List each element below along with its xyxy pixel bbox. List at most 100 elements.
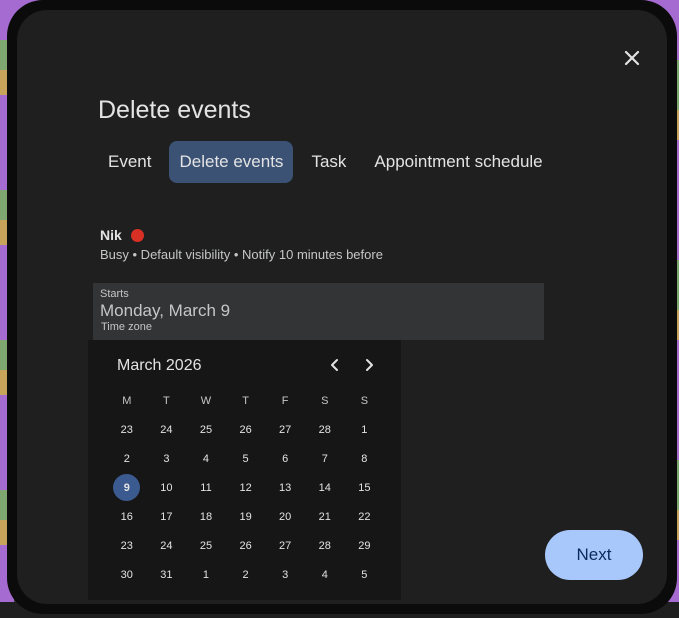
owner-details: Busy • Default visibility • Notify 10 mi… <box>100 247 383 262</box>
date-picker-day[interactable]: 26 <box>226 415 266 444</box>
start-date-field[interactable]: Starts Monday, March 9 Time zone <box>93 283 544 340</box>
close-icon <box>624 50 640 66</box>
day-number: 21 <box>318 510 331 523</box>
tab-delete-events[interactable]: Delete events <box>169 141 294 183</box>
date-picker-day[interactable]: 6 <box>265 444 305 473</box>
date-picker-day[interactable]: 17 <box>147 502 187 531</box>
date-picker-day[interactable]: 23 <box>107 415 147 444</box>
dialog-title: Delete events <box>98 96 251 124</box>
weekday-header: F <box>281 394 289 407</box>
start-date-value: Monday, March 9 <box>100 301 231 320</box>
date-picker-day[interactable]: 24 <box>147 415 187 444</box>
date-picker-day[interactable]: 3 <box>147 444 187 473</box>
date-picker-day[interactable]: 11 <box>186 473 226 502</box>
date-picker-day[interactable]: 20 <box>265 502 305 531</box>
day-number: 23 <box>120 423 133 436</box>
chevron-left-icon <box>331 359 338 371</box>
date-picker-day[interactable]: 1 <box>186 560 226 589</box>
day-number: 3 <box>163 452 170 465</box>
delete-events-dialog: Delete events Event Delete events Task A… <box>17 10 667 604</box>
day-number: 25 <box>199 423 213 436</box>
previous-month-button[interactable] <box>323 353 347 377</box>
date-picker-day[interactable]: 28 <box>305 531 345 560</box>
date-picker-day[interactable]: 27 <box>265 531 305 560</box>
owner-name: Nik <box>100 227 122 243</box>
day-number: 30 <box>120 568 133 581</box>
date-picker-day[interactable]: 24 <box>147 531 187 560</box>
next-button[interactable]: Next <box>545 530 643 580</box>
day-number: 7 <box>321 452 328 465</box>
day-number: 26 <box>239 423 252 436</box>
tab-task[interactable]: Task <box>301 141 356 183</box>
tab-event[interactable]: Event <box>98 141 161 183</box>
date-picker-day[interactable]: 15 <box>345 473 385 502</box>
weekday-header: S <box>321 394 329 407</box>
day-number: 23 <box>120 539 133 552</box>
date-picker-day[interactable]: 3 <box>265 560 305 589</box>
day-number: 18 <box>199 510 213 523</box>
time-zone-link[interactable]: Time zone <box>101 321 152 333</box>
date-picker-day[interactable]: 5 <box>226 444 266 473</box>
date-picker-day[interactable]: 4 <box>305 560 345 589</box>
date-picker-day[interactable]: 10 <box>147 473 187 502</box>
tab-bar: Event Delete events Task Appointment sch… <box>98 141 561 183</box>
date-picker-day[interactable]: 8 <box>345 444 385 473</box>
date-picker-day[interactable]: 26 <box>226 531 266 560</box>
date-picker-day[interactable]: 31 <box>147 560 187 589</box>
date-picker-day[interactable]: 23 <box>107 531 147 560</box>
date-picker-day[interactable]: 4 <box>186 444 226 473</box>
day-number: 8 <box>361 452 368 465</box>
day-number: 9 <box>113 474 141 501</box>
day-number: 5 <box>242 452 249 465</box>
day-number: 4 <box>202 452 210 465</box>
date-picker-day[interactable]: 28 <box>305 415 345 444</box>
date-picker-day-selected[interactable]: 9 <box>107 473 147 502</box>
day-number: 3 <box>282 568 289 581</box>
day-number: 14 <box>318 481 331 494</box>
tab-appointment-schedule[interactable]: Appointment schedule <box>364 141 552 183</box>
weekday-header: T <box>242 394 249 407</box>
day-number: 31 <box>160 568 173 581</box>
close-button[interactable] <box>620 46 644 70</box>
calendar-color-dot <box>130 228 144 242</box>
date-picker-day[interactable]: 7 <box>305 444 345 473</box>
date-picker-day[interactable]: 1 <box>345 415 385 444</box>
calendar-owner[interactable]: Nik <box>100 227 144 243</box>
date-picker-day[interactable]: 29 <box>345 531 385 560</box>
next-month-button[interactable] <box>357 353 381 377</box>
weekday-header: M <box>122 394 132 407</box>
date-picker-day[interactable]: 5 <box>345 560 385 589</box>
date-picker-day[interactable]: 22 <box>345 502 385 531</box>
day-number: 24 <box>160 423 173 436</box>
date-picker-day[interactable]: 30 <box>107 560 147 589</box>
date-picker-day[interactable]: 27 <box>265 415 305 444</box>
day-number: 24 <box>160 539 173 552</box>
start-label: Starts <box>100 288 129 300</box>
date-picker-day[interactable]: 25 <box>186 415 226 444</box>
dialog-frame: Delete events Event Delete events Task A… <box>7 0 677 614</box>
day-number: 20 <box>279 510 292 523</box>
day-number: 26 <box>239 539 252 552</box>
weekday-header: T <box>163 394 170 407</box>
date-picker-day[interactable]: 13 <box>265 473 305 502</box>
date-picker-day[interactable]: 25 <box>186 531 226 560</box>
day-number: 6 <box>282 452 289 465</box>
date-picker-day[interactable]: 12 <box>226 473 266 502</box>
date-picker-day[interactable]: 2 <box>107 444 147 473</box>
date-picker-day[interactable]: 18 <box>186 502 226 531</box>
weekday-header: W <box>200 394 212 407</box>
day-number: 10 <box>160 481 173 494</box>
day-number: 17 <box>160 510 173 523</box>
date-picker-day[interactable]: 19 <box>226 502 266 531</box>
date-picker-day[interactable]: 16 <box>107 502 147 531</box>
day-number: 1 <box>361 423 368 436</box>
date-picker-day[interactable]: 2 <box>226 560 266 589</box>
weekday-header: S <box>360 394 369 407</box>
date-picker-day[interactable]: 14 <box>305 473 345 502</box>
day-number: 15 <box>358 481 371 494</box>
chevron-right-icon <box>366 359 373 371</box>
day-number: 28 <box>318 539 331 552</box>
date-picker-day[interactable]: 21 <box>305 502 345 531</box>
date-picker-grid: M T W T F S S 23 24 25 26 27 28 1 2 3 4 5 6 7 8 9 10 11 12 13 14 15… <box>107 386 384 589</box>
day-number: 1 <box>202 568 210 581</box>
